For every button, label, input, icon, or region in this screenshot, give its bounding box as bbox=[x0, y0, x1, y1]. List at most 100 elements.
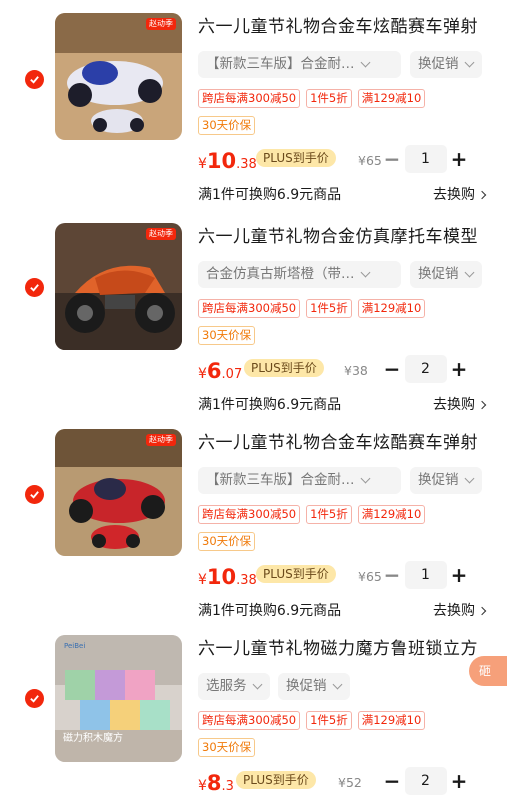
check-icon bbox=[30, 695, 39, 703]
original-price: ¥65 bbox=[358, 569, 382, 584]
cart-item: 赵动季 六一儿童节礼物合金仿真摩托车模型 合金仿真古斯塔橙（带… 换促销 跨店每… bbox=[0, 210, 507, 417]
increase-button[interactable]: + bbox=[450, 561, 468, 589]
increase-button[interactable]: + bbox=[450, 145, 468, 173]
cart-item: 赵动季 六一儿童节礼物合金车炫酷赛车弹射 【新款三车版】合金耐… 换促销 跨店每… bbox=[0, 0, 507, 207]
plus-price-badge: PLUS到手价 bbox=[256, 149, 336, 167]
quantity-input[interactable]: 2 bbox=[404, 355, 447, 383]
promo-selector[interactable]: 换促销 bbox=[410, 261, 482, 288]
plus-price-badge: PLUS到手价 bbox=[236, 771, 316, 789]
cart-item: 赵动季 六一儿童节礼物合金车炫酷赛车弹射 【新款三车版】合金耐… 换促销 跨店每… bbox=[0, 416, 507, 623]
floating-badge[interactable]: 砸 bbox=[469, 656, 507, 686]
promo-selector-label: 换促销 bbox=[418, 472, 459, 488]
price-row: ¥10.38 PLUS到手价 ¥65 − 1 + bbox=[198, 561, 498, 591]
plus-price-badge: PLUS到手价 bbox=[244, 359, 324, 377]
price-guarantee-tag: 30天价保 bbox=[198, 532, 256, 551]
chevron-down-icon bbox=[464, 267, 474, 278]
chevron-down-icon bbox=[252, 679, 262, 690]
original-price: ¥38 bbox=[344, 363, 368, 378]
decrease-button[interactable]: − bbox=[383, 767, 401, 795]
service-selector[interactable]: 选服务 bbox=[198, 673, 270, 700]
product-title[interactable]: 六一儿童节礼物合金车炫酷赛车弹射 bbox=[198, 432, 488, 454]
exchange-link[interactable]: 去换购 bbox=[433, 394, 487, 414]
motorcycle-image bbox=[55, 223, 182, 350]
chevron-down-icon bbox=[464, 473, 474, 484]
quantity-input[interactable]: 1 bbox=[404, 145, 447, 173]
quantity-stepper: − 2 + bbox=[383, 767, 468, 795]
promo-tags: 跨店每满300减50 1件5折 满129减10 bbox=[198, 89, 426, 108]
price-row: ¥6.07 PLUS到手价 ¥38 − 2 + bbox=[198, 355, 498, 385]
exchange-link[interactable]: 去换购 bbox=[433, 184, 487, 204]
select-checkbox[interactable] bbox=[25, 70, 44, 89]
promo-selector[interactable]: 换促销 bbox=[410, 51, 482, 78]
quantity-input[interactable]: 1 bbox=[404, 561, 447, 589]
promo-selector-label: 换促销 bbox=[286, 678, 327, 694]
promo-tag: 跨店每满300减50 bbox=[198, 89, 301, 108]
spec-selector[interactable]: 【新款三车版】合金耐… bbox=[198, 467, 401, 494]
promo-tag: 1件5折 bbox=[306, 89, 352, 108]
price-guarantee-tag: 30天价保 bbox=[198, 116, 256, 135]
promo-tag: 满129减10 bbox=[357, 505, 426, 524]
quantity-stepper: − 2 + bbox=[383, 355, 468, 383]
exchange-offer: 满1件可换购6.9元商品 bbox=[198, 603, 342, 619]
chevron-down-icon bbox=[360, 57, 370, 68]
price: ¥10.38 bbox=[198, 149, 257, 173]
promo-selector-label: 换促销 bbox=[418, 266, 459, 282]
product-title[interactable]: 六一儿童节礼物合金仿真摩托车模型 bbox=[198, 226, 488, 248]
product-title[interactable]: 六一儿童节礼物磁力魔方鲁班锁立方 bbox=[198, 638, 488, 660]
promo-selector[interactable]: 换促销 bbox=[410, 467, 482, 494]
toy-car-image bbox=[55, 13, 182, 140]
service-label: 选服务 bbox=[206, 678, 247, 694]
brand-tag: PeiBei bbox=[64, 642, 86, 650]
promo-tag: 1件5折 bbox=[306, 505, 352, 524]
promo-tag: 满129减10 bbox=[357, 299, 426, 318]
chevron-down-icon bbox=[360, 473, 370, 484]
promo-tag: 1件5折 bbox=[306, 299, 352, 318]
promo-tag: 赵动季 bbox=[146, 228, 176, 240]
plus-price-badge: PLUS到手价 bbox=[256, 565, 336, 583]
decrease-button[interactable]: − bbox=[383, 145, 401, 173]
promo-tags: 跨店每满300减50 1件5折 满129减10 bbox=[198, 711, 426, 730]
price-guarantee-tag: 30天价保 bbox=[198, 326, 256, 345]
chevron-right-icon bbox=[477, 606, 487, 615]
promo-tag: 满129减10 bbox=[357, 711, 426, 730]
select-checkbox[interactable] bbox=[25, 689, 44, 708]
image-caption: 磁力积木魔方 bbox=[63, 733, 123, 744]
select-checkbox[interactable] bbox=[25, 485, 44, 504]
promo-tag: 跨店每满300减50 bbox=[198, 505, 301, 524]
promo-tags: 跨店每满300减50 1件5折 满129减10 bbox=[198, 299, 426, 318]
promo-tag: 赵动季 bbox=[146, 18, 176, 30]
product-image[interactable]: PeiBei 磁力积木魔方 bbox=[55, 635, 182, 762]
price-row: ¥8.3 PLUS到手价 ¥52 − 2 + bbox=[198, 767, 498, 797]
original-price: ¥65 bbox=[358, 153, 382, 168]
product-image[interactable]: 赵动季 bbox=[55, 223, 182, 350]
product-title[interactable]: 六一儿童节礼物合金车炫酷赛车弹射 bbox=[198, 16, 488, 38]
chevron-right-icon bbox=[477, 190, 487, 199]
decrease-button[interactable]: − bbox=[383, 561, 401, 589]
spec-label: 合金仿真古斯塔橙（带… bbox=[206, 266, 355, 282]
exchange-link[interactable]: 去换购 bbox=[433, 600, 487, 620]
spec-label: 【新款三车版】合金耐… bbox=[206, 56, 355, 72]
product-image[interactable]: 赵动季 bbox=[55, 429, 182, 556]
increase-button[interactable]: + bbox=[450, 767, 468, 795]
select-checkbox[interactable] bbox=[25, 278, 44, 297]
increase-button[interactable]: + bbox=[450, 355, 468, 383]
chevron-down-icon bbox=[332, 679, 342, 690]
price: ¥8.3 bbox=[198, 771, 234, 795]
exchange-offer: 满1件可换购6.9元商品 bbox=[198, 187, 342, 203]
promo-selector[interactable]: 换促销 bbox=[278, 673, 350, 700]
promo-tag: 满129减10 bbox=[357, 89, 426, 108]
original-price: ¥52 bbox=[338, 775, 362, 790]
product-image[interactable]: 赵动季 bbox=[55, 13, 182, 140]
decrease-button[interactable]: − bbox=[383, 355, 401, 383]
price-guarantee-tag: 30天价保 bbox=[198, 738, 256, 757]
check-icon bbox=[30, 284, 39, 292]
spec-selector[interactable]: 合金仿真古斯塔橙（带… bbox=[198, 261, 401, 288]
price: ¥10.38 bbox=[198, 565, 257, 589]
promo-tag: 跨店每满300减50 bbox=[198, 711, 301, 730]
promo-tag: 赵动季 bbox=[146, 434, 176, 446]
chevron-down-icon bbox=[360, 267, 370, 278]
promo-tags: 跨店每满300减50 1件5折 满129减10 bbox=[198, 505, 426, 524]
spec-selector[interactable]: 【新款三车版】合金耐… bbox=[198, 51, 401, 78]
quantity-input[interactable]: 2 bbox=[404, 767, 447, 795]
quantity-stepper: − 1 + bbox=[383, 561, 468, 589]
